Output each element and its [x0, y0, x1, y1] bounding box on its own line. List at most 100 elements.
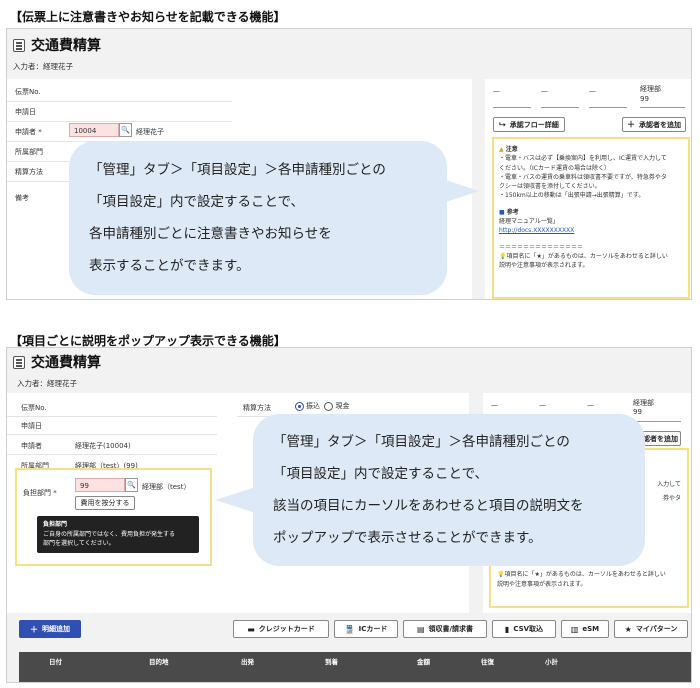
- col-departure: 出発: [241, 658, 254, 666]
- bubble-line: 「管理」タブ＞「項目設定」＞各申請種別ごとの: [89, 162, 386, 178]
- add-approver-button[interactable]: ＋ 承認者を追加: [622, 117, 686, 132]
- search-icon[interactable]: 🔍: [125, 478, 138, 492]
- train-icon: 🚆: [344, 624, 355, 634]
- add-detail-button[interactable]: ＋ 明細追加: [19, 620, 81, 638]
- notice-ref-heading: 参考: [506, 208, 519, 216]
- form-title: 交通費精算: [31, 355, 101, 371]
- ic-card-button[interactable]: 🚆 ICカード: [334, 620, 398, 638]
- applicant-value: 経理花子(10004): [75, 442, 131, 450]
- approval-step-1: —: [493, 87, 500, 95]
- col-destination: 目的地: [149, 658, 169, 666]
- notice-footer-row: 💡項目名に「★」があるものは、カーソルをあわせると詳しい: [499, 252, 683, 261]
- esm-label: eSM: [582, 625, 600, 633]
- tooltip-popup: 負担部門 ご自身の所属部門ではなく、費用負担が発生する 部門を選択してください。: [37, 516, 199, 553]
- allocate-cost-button[interactable]: 費用を按分する: [75, 496, 135, 510]
- warning-icon: ▲: [499, 146, 504, 153]
- notice-box: ▲ 注意 ・電車・バスは必ず【乗換案内】を利用し、IC運賃で入力して ください。…: [492, 137, 690, 299]
- applicant-name: 経理花子: [136, 128, 164, 136]
- flow-icon: ⮡: [499, 119, 506, 129]
- esm-button[interactable]: ▥ eSM: [561, 620, 609, 638]
- notice-footer-line: 項目名に「★」があるものは、カーソルをあわせると詳しい: [504, 571, 666, 578]
- burden-name: 経理部（test）: [142, 483, 191, 491]
- approval-step-1: —: [491, 401, 498, 409]
- label-burden: 負担部門 *: [23, 489, 57, 497]
- notice-line: ください。（ICカード運賃の場合は除く）: [499, 164, 610, 172]
- burden-code-input[interactable]: 99: [75, 478, 125, 492]
- notice-line: ・電車・バスは必ず【乗換案内】を利用し、IC運賃で入力して: [499, 155, 667, 163]
- my-pattern-button[interactable]: ★ マイパターン: [614, 620, 688, 638]
- approval-step-2: —: [539, 401, 546, 409]
- bubble-line: 「項目設定」内で設定することで、: [89, 194, 305, 210]
- book-icon: ■: [499, 208, 505, 216]
- screenshot-2: 交通費精算 入力者：経理花子 伝票No. 申請日 申請者 経理花子(10004)…: [6, 347, 692, 683]
- col-subtotal: 小計: [545, 658, 558, 666]
- bubble-line: 各申請種別ごとに注意書きやお知らせを: [89, 226, 332, 242]
- ic-card-label: ICカード: [358, 625, 388, 633]
- receipt-label: 領収書/請求書: [428, 625, 474, 633]
- inputter: 入力者：経理花子: [17, 379, 77, 388]
- chart-icon: ▥: [570, 624, 579, 634]
- bubble-line: 「管理」タブ＞「項目設定」＞各申請種別ごとの: [273, 434, 570, 450]
- inputter: 入力者：経理花子: [13, 62, 73, 71]
- csv-import-label: CSV取込: [513, 625, 544, 633]
- notice-line: ・電車・バスの運賃の乗車料は領収書不要ですが、特急券やタ: [499, 173, 667, 181]
- star-icon: ★: [624, 624, 632, 634]
- form-header: 交通費精算: [13, 352, 101, 372]
- notice-ref-row: ■ 参考: [499, 208, 683, 217]
- notice-footer-line: 説明や注意事項が表示されます。: [497, 581, 587, 588]
- radio-cash[interactable]: [324, 401, 334, 411]
- approval-flow-label: 承認フロー詳細: [509, 120, 559, 129]
- col-round-trip: 往復: [481, 658, 494, 666]
- notice-footer-row: 💡項目名に「★」があるものは、カーソルをあわせると詳しい: [497, 570, 666, 579]
- notice-heading: 注意: [505, 146, 518, 153]
- search-icon[interactable]: 🔍: [119, 123, 132, 137]
- label-applicant: 申請者 *: [15, 128, 42, 136]
- tooltip-title: 負担部門: [43, 521, 68, 528]
- radio-transfer[interactable]: [295, 401, 304, 411]
- label-applicant: 申請者: [21, 442, 42, 450]
- credit-card-button[interactable]: ▬ クレジットカード: [233, 620, 329, 638]
- approval-step-4: 経理部 99: [640, 85, 661, 103]
- applicant-code-input[interactable]: 10004: [69, 123, 119, 137]
- plus-icon: ＋: [627, 120, 635, 129]
- credit-card-icon: ▬: [247, 624, 255, 634]
- label-apply-date: 申請日: [21, 422, 42, 430]
- receipt-button[interactable]: ▤ 領収書/請求書: [403, 620, 487, 638]
- label-remarks: 備考: [15, 194, 29, 202]
- form-title: 交通費精算: [31, 38, 101, 54]
- radio-transfer-label: 振込: [306, 402, 320, 410]
- label-department: 所属部門: [15, 148, 43, 156]
- label-slip-no: 伝票No.: [15, 88, 41, 96]
- approval-step-3: —: [589, 87, 596, 95]
- bubble-line: 該当の項目にカーソルをあわせると項目の説明文を: [273, 498, 584, 514]
- credit-card-label: クレジットカード: [258, 625, 315, 633]
- notice-ref-link[interactable]: http://docs.XXXXXXXXXX: [499, 226, 683, 235]
- csv-import-button[interactable]: ▮ CSV取込: [492, 620, 556, 638]
- receipt-icon: ▤: [416, 624, 425, 634]
- form-icon: [13, 355, 25, 369]
- notice-line: ・150km以上の移動は「出張申請→出張精算」です。: [499, 192, 645, 200]
- col-amount: 金額: [417, 658, 430, 666]
- settlement-options: 振込 現金: [295, 401, 349, 411]
- my-pattern-label: マイパターン: [635, 625, 678, 633]
- approval-step-4: 経理部 99: [633, 399, 654, 417]
- add-approver-label: 承認者を追加: [639, 120, 681, 129]
- callout-bubble-2: 「管理」タブ＞「項目設定」＞各申請種別ごとの 「項目設定」内で設定することで、 …: [253, 414, 645, 566]
- notice-heading-row: ▲ 注意: [499, 145, 683, 154]
- approval-flow-button[interactable]: ⮡ 承認フロー詳細: [493, 117, 565, 132]
- tooltip-line: 部門を選択してください。: [43, 540, 115, 548]
- label-settlement: 精算方法: [243, 404, 271, 412]
- radio-cash-label: 現金: [335, 402, 350, 410]
- notice-ref-text: 経理マニュアル一覧」: [499, 218, 559, 226]
- plus-icon: ＋: [30, 624, 38, 634]
- detail-table-header: 日付 目的地 出発 到着 金額 往復 小計: [19, 652, 691, 682]
- notice-line: クシーは領収書を添付してください。: [499, 183, 601, 191]
- label-slip-no: 伝票No.: [21, 404, 47, 412]
- notice-separator: ＝＝＝＝＝＝＝＝＝＝＝＝＝＝: [499, 243, 584, 251]
- label-settlement: 精算方法: [15, 168, 43, 176]
- col-date: 日付: [49, 658, 62, 666]
- approval-step-3: —: [587, 401, 594, 409]
- form-icon: [13, 38, 25, 52]
- form-header: 交通費精算: [13, 35, 101, 55]
- section1-title: 【伝票上に注意書きやお知らせを記載できる機能】: [10, 10, 286, 24]
